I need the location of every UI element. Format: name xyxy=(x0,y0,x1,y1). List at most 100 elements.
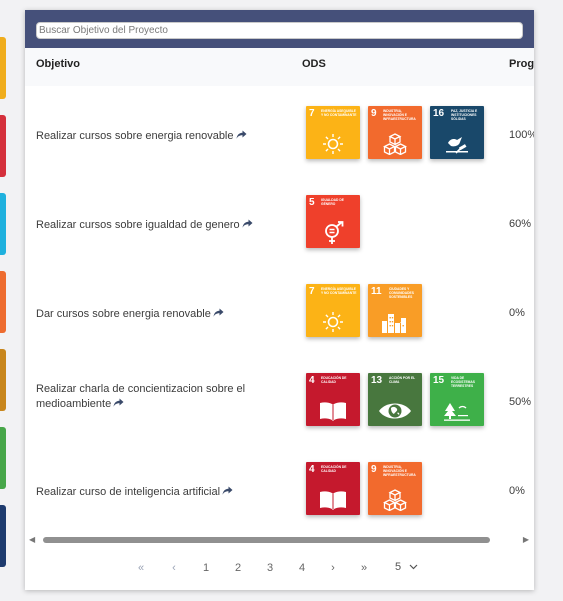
objective-text: Realizar charla de concientizacion sobre… xyxy=(36,383,246,410)
ods-tiles: 7 Energía asequible y no contaminante 11 Ci… xyxy=(306,284,422,337)
ods-number: 4 xyxy=(309,375,315,386)
progress-value: 0% xyxy=(509,307,525,319)
ods-number: 9 xyxy=(371,464,377,475)
ods-number: 11 xyxy=(371,286,382,297)
pagination-page-2[interactable]: 2 xyxy=(231,561,245,575)
progress-value: 100% xyxy=(509,129,534,141)
ods-label: Igualdad de género xyxy=(321,198,344,206)
column-header-ods[interactable]: ODS xyxy=(302,58,326,70)
ods-number: 9 xyxy=(371,108,377,119)
objective-cell: Realizar curso de inteligencia artificia… xyxy=(36,485,276,500)
share-icon[interactable] xyxy=(236,130,247,140)
scrollbar-thumb[interactable] xyxy=(43,537,490,543)
ods-number: 7 xyxy=(309,286,315,297)
progress-value: 50% xyxy=(509,396,532,408)
cubes-icon xyxy=(383,489,407,511)
pagination-next-button[interactable]: › xyxy=(326,561,340,575)
ods-tile-4[interactable]: 4 Educación de calidad xyxy=(306,462,360,515)
ods-label: Acción por el clima xyxy=(389,376,416,384)
book-icon xyxy=(318,400,348,422)
pagination-page-3[interactable]: 3 xyxy=(263,561,277,575)
ods-label: Paz, justicia e instituciones sólidas xyxy=(451,109,478,121)
objective-text: Realizar cursos sobre igualdad de genero xyxy=(36,219,240,231)
pagination-page-4[interactable]: 4 xyxy=(295,561,309,575)
page-size-select[interactable]: 5 xyxy=(395,561,418,573)
pagination-last-button[interactable]: » xyxy=(356,561,372,575)
table-row: Realizar curso de inteligencia artificia… xyxy=(25,442,534,531)
search-input[interactable] xyxy=(36,22,523,39)
eye-globe-icon xyxy=(378,401,412,421)
ods-tile-5[interactable]: 5 Igualdad de género xyxy=(306,195,360,248)
objective-cell: Dar cursos sobre energia renovable xyxy=(36,307,276,322)
side-accent-5 xyxy=(0,349,6,411)
objective-text: Realizar cursos sobre energia renovable xyxy=(36,130,234,142)
ods-tiles: 4 Educación de calidad 13 Acción por el cli… xyxy=(306,373,484,426)
column-header-progress[interactable]: Prog xyxy=(509,58,534,70)
side-accent-2 xyxy=(0,115,6,177)
table-row: Dar cursos sobre energia renovable 7 Energ… xyxy=(25,264,534,353)
ods-label: Industria, innovación e infraestructura xyxy=(383,465,416,477)
share-icon[interactable] xyxy=(113,398,124,408)
ods-number: 15 xyxy=(433,375,445,386)
ods-tiles: 5 Igualdad de género xyxy=(306,195,360,248)
city-icon xyxy=(380,311,410,333)
scroll-right-arrow-icon[interactable]: ▶ xyxy=(523,536,529,544)
side-accent-6 xyxy=(0,427,6,489)
ods-number: 4 xyxy=(309,464,315,475)
ods-number: 13 xyxy=(371,375,383,386)
ods-number: 16 xyxy=(433,108,445,119)
chevron-down-icon xyxy=(409,561,418,573)
table-row: Realizar charla de concientizacion sobre… xyxy=(25,353,534,442)
ods-label: Vida de ecosistemas terrestres xyxy=(451,376,475,388)
sun-icon xyxy=(322,133,344,155)
pagination: « ‹ 1 2 3 4 › » 5 xyxy=(25,561,534,581)
pagination-prev-button[interactable]: ‹ xyxy=(167,561,181,575)
objective-cell: Realizar charla de concientizacion sobre… xyxy=(36,382,276,412)
ods-label: Ciudades y comunidades sostenibles xyxy=(389,287,414,299)
share-icon[interactable] xyxy=(242,219,253,229)
share-icon[interactable] xyxy=(222,486,233,496)
objectives-card: Objetivo ODS Prog Realizar cursos sobre … xyxy=(25,10,534,590)
side-accent-3 xyxy=(0,193,6,255)
gender-equality-icon xyxy=(322,221,344,245)
table-header: Objetivo ODS Prog xyxy=(25,48,534,86)
book-icon xyxy=(318,489,348,511)
ods-tile-11[interactable]: 11 Ciudades y comunidades sostenibles xyxy=(368,284,422,337)
ods-tiles: 4 Educación de calidad 9 Industria, innovac… xyxy=(306,462,422,515)
ods-tile-13[interactable]: 13 Acción por el clima xyxy=(368,373,422,426)
pagination-page-1[interactable]: 1 xyxy=(199,561,213,575)
column-header-objetivo[interactable]: Objetivo xyxy=(36,58,80,70)
ods-tile-16[interactable]: 16 Paz, justicia e instituciones sólidas xyxy=(430,106,484,159)
ods-label: Industria, innovación e infraestructura xyxy=(383,109,416,121)
ods-tile-4[interactable]: 4 Educación de calidad xyxy=(306,373,360,426)
objective-cell: Realizar cursos sobre energia renovable xyxy=(36,129,276,144)
objective-cell: Realizar cursos sobre igualdad de genero xyxy=(36,218,276,233)
ods-number: 7 xyxy=(309,108,315,119)
side-accent-4 xyxy=(0,271,6,333)
progress-value: 60% xyxy=(509,218,532,230)
ods-tile-7[interactable]: 7 Energía asequible y no contaminante xyxy=(306,106,360,159)
table-row: Realizar cursos sobre energia renovable 7… xyxy=(25,86,534,175)
tree-icon xyxy=(442,400,472,422)
pagination-first-button[interactable]: « xyxy=(133,561,149,575)
ods-tile-9[interactable]: 9 Industria, innovación e infraestructura xyxy=(368,462,422,515)
page-size-value: 5 xyxy=(395,561,402,573)
share-icon[interactable] xyxy=(213,308,224,318)
sun-icon xyxy=(322,311,344,333)
side-accent-7 xyxy=(0,505,6,567)
horizontal-scrollbar[interactable]: ◀ ▶ xyxy=(29,535,529,545)
ods-label: Energía asequible y no contaminante xyxy=(321,109,357,117)
dove-gavel-icon xyxy=(444,134,470,154)
ods-tile-7[interactable]: 7 Energía asequible y no contaminante xyxy=(306,284,360,337)
ods-number: 5 xyxy=(309,197,315,208)
ods-tiles: 7 Energía asequible y no contaminante 9 Ind… xyxy=(306,106,484,159)
card-header xyxy=(25,10,534,48)
scroll-left-arrow-icon[interactable]: ◀ xyxy=(29,536,35,544)
objective-text: Dar cursos sobre energia renovable xyxy=(36,308,211,320)
side-accent-1 xyxy=(0,37,6,99)
ods-label: Educación de calidad xyxy=(321,465,347,473)
ods-tile-9[interactable]: 9 Industria, innovación e infraestructura xyxy=(368,106,422,159)
ods-tile-15[interactable]: 15 Vida de ecosistemas terrestres xyxy=(430,373,484,426)
progress-value: 0% xyxy=(509,485,525,497)
cubes-icon xyxy=(383,133,407,155)
